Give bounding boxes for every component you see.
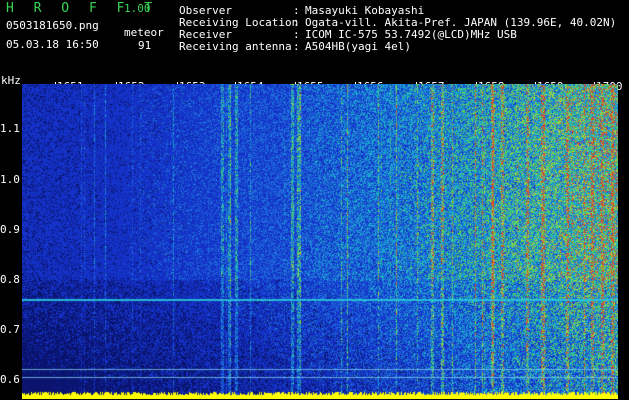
colon: :	[293, 40, 300, 53]
y-tick-label: 1.0	[0, 173, 20, 186]
spectrogram-canvas	[22, 84, 618, 399]
filename: 0503181650.png	[6, 19, 99, 32]
y-tick-label: 0.9	[0, 223, 20, 236]
y-tick-label: 1.1	[0, 122, 20, 135]
y-tick-label: 0.8	[0, 273, 20, 286]
y-tick-label: 0.7	[0, 323, 20, 336]
antenna-value: A504HB(yagi 4el)	[305, 40, 411, 53]
meteor-count: 91	[138, 39, 152, 52]
y-tick-label: 0.6	[0, 373, 20, 386]
y-axis-unit: kHz	[1, 74, 21, 87]
datetime: 05.03.18 16:50	[6, 38, 99, 51]
antenna-label: Receiving antenna	[179, 40, 292, 53]
meteor-label: meteor	[124, 26, 164, 39]
spectrogram-panel: kHz 1651 1652 1653 1654 1655 1656 1657 1…	[0, 72, 629, 400]
version-label: 1.00	[124, 2, 151, 15]
